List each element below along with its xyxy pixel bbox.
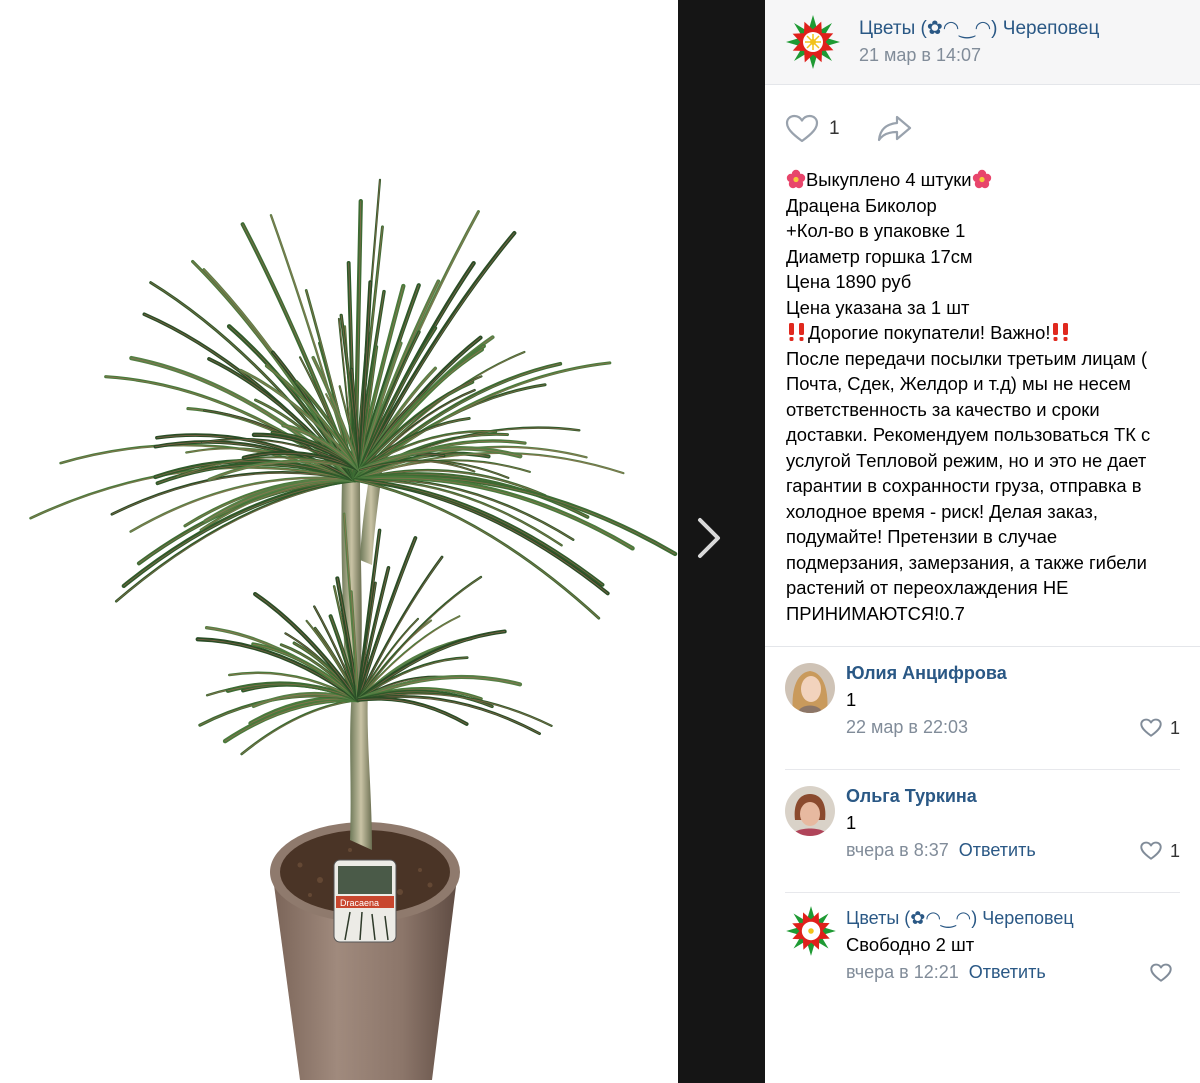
post-text-line-content: Почта, Сдек, Желдор и т.д) мы не несем [786,373,1131,394]
reply-link[interactable]: Ответить [959,840,1036,860]
post-author-link[interactable]: Цветы (✿◠‿◠) Череповец [859,17,1099,40]
post-text-line: Цена указана за 1 шт [786,295,1184,321]
comment-like-button[interactable]: 1 [1140,717,1180,739]
comment-item: Цветы (✿◠‿◠) Череповец Свободно 2 шт вче… [765,893,1200,1015]
comment-time[interactable]: вчера в 8:37 [846,840,949,860]
community-avatar[interactable] [785,14,841,70]
comment-author-link[interactable]: Юлия Анцифрова [846,663,1007,684]
post-text-line-content: растений от переохлаждения НЕ [786,577,1069,598]
plant-label-text: Dracaena [340,898,379,908]
post-text-line: Почта, Сдек, Желдор и т.д) мы не несем [786,371,1184,397]
post-text-line-content: После передачи посылки третьим лицам ( [786,347,1148,369]
reply-link[interactable]: Ответить [969,962,1046,982]
like-count: 1 [829,118,840,139]
heart-icon [1140,841,1162,860]
comment-author-link[interactable]: Цветы (✿◠‿◠) Череповец [846,908,1074,929]
next-photo-button[interactable] [688,508,732,568]
post-text-line-content: подмерзания, замерзания, а также гибели [786,551,1147,573]
community-avatar[interactable] [783,903,839,959]
post-actions: 1 [765,108,1200,148]
post-text-line-content: ответственность за качество и сроки [786,398,1100,420]
post-text-line-content: холодное время - риск! Делая заказ, [786,500,1098,522]
comment-like-button[interactable] [1150,962,1180,984]
post-text-line-content: Цена указана за 1 шт [786,296,970,318]
post-text-line: Цена 1890 руб [786,269,1184,295]
comment-item: Ольга Туркина 1 вчера в 8:37 Ответить 1 [765,771,1200,893]
comment-like-button[interactable]: 1 [1140,840,1180,862]
post-text-line-content: ПРИНИМАЮТСЯ!0.7 [786,602,965,624]
post-text-line-content: Драцена Биколор [786,194,937,216]
comment-divider [785,769,1180,770]
post-text-line-content: Диаметр горшка 17см [786,245,973,267]
comment-time[interactable]: вчера в 12:21 [846,962,959,982]
post-text-line: доставки. Рекомендуем пользоваться ТК с [786,422,1184,448]
post-text: Выкуплено 4 штуки Драцена Биколор +Кол-во … [786,167,1184,626]
flower-emoji-icon [972,169,991,189]
double-exclamation-emoji-icon [789,323,804,341]
post-text-line: ответственность за качество и сроки [786,397,1184,423]
comment-text: 1 [846,689,857,710]
share-button[interactable] [877,114,917,144]
post-text-line-content: гарантии в сохранности груза, отправка в [786,475,1142,496]
post-photo[interactable]: Dracaena [0,0,678,1083]
chevron-right-icon [698,518,720,558]
comment-author-link[interactable]: Ольга Туркина [846,786,977,807]
post-text-line-content: Цена 1890 руб [786,271,912,292]
comment-text: 1 [846,812,857,833]
post-text-line: +Кол-во в упаковке 1 [786,218,1184,244]
post-text-line: Драцена Биколор [786,193,1184,219]
post-text-line: гарантии в сохранности груза, отправка в [786,473,1184,499]
post-text-line-content: доставки. Рекомендуем пользоваться ТК с [786,424,1151,445]
heart-icon [1140,718,1162,737]
post-text-line-content: Выкуплено 4 штуки [806,169,972,190]
comment-time[interactable]: 22 мар в 22:03 [846,717,968,737]
commenter-avatar[interactable] [785,663,835,713]
post-side-panel: Цветы (✿◠‿◠) Череповец 21 мар в 14:07 1 … [765,0,1200,1083]
heart-icon [1150,963,1172,982]
post-text-line-content: услугой Тепловой режим, но и это не дает [786,449,1147,471]
post-text-line: растений от переохлаждения НЕ [786,575,1184,601]
post-text-line-content: Дорогие покупатели! Важно! [808,322,1051,343]
comment-text: Свободно 2 шт [846,934,975,955]
share-icon [877,115,912,142]
heart-icon [785,114,819,143]
like-button[interactable]: 1 [785,112,865,144]
post-text-line-content: подумайте! Претензии в случае [786,526,1058,547]
post-text-line: подмерзания, замерзания, а также гибели [786,550,1184,576]
post-text-line: услугой Тепловой режим, но и это не дает [786,448,1184,474]
double-exclamation-emoji-icon [1053,323,1069,341]
post-text-line-content: +Кол-во в упаковке 1 [786,220,966,241]
dracaena-plant-image: Dracaena [29,178,678,1080]
post-date[interactable]: 21 мар в 14:07 [859,45,981,66]
post-text-line: подумайте! Претензии в случае [786,524,1184,550]
post-text-line: холодное время - риск! Делая заказ, [786,499,1184,525]
post-text-line: Дорогие покупатели! Важно! [786,320,1184,346]
comment-item: Юлия Анцифрова 1 22 мар в 22:03 1 [765,648,1200,770]
post-text-line: После передачи посылки третьим лицам ( [786,346,1184,372]
post-header: Цветы (✿◠‿◠) Череповец 21 мар в 14:07 [765,0,1200,85]
comments-divider [765,646,1200,647]
commenter-avatar[interactable] [785,786,835,836]
post-text-line: Выкуплено 4 штуки [786,167,1184,193]
post-text-line: ПРИНИМАЮТСЯ!0.7 [786,601,1184,627]
comment-like-count: 1 [1169,840,1180,861]
comment-like-count: 1 [1169,717,1180,738]
flower-emoji-icon [786,169,806,189]
post-text-line: Диаметр горшка 17см [786,244,1184,270]
